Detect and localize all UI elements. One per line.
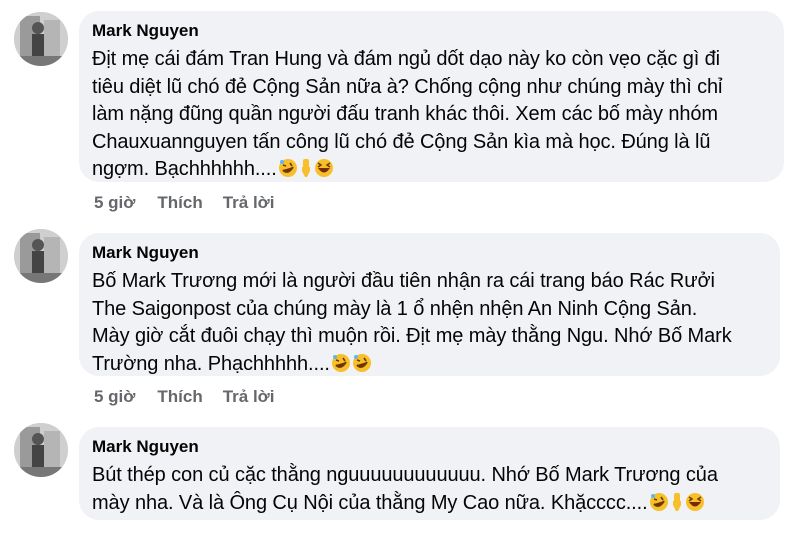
comment-author[interactable]: Mark Nguyen xyxy=(92,242,766,264)
comment-bubble: Mark Nguyen Địt mẹ cái đám Tran Hung và … xyxy=(79,11,784,182)
comment-thread: Mark Nguyen Địt mẹ cái đám Tran Hung và … xyxy=(0,0,800,533)
rolling-on-floor-laughing-icon xyxy=(331,353,351,382)
comment-bubble: Mark Nguyen Bút thép con củ cặc thằng ng… xyxy=(79,427,780,520)
like-button[interactable]: Thích xyxy=(157,387,202,406)
backhand-index-pointing-down-icon xyxy=(670,492,684,521)
comment-author[interactable]: Mark Nguyen xyxy=(92,436,766,458)
comment-timestamp[interactable]: 5 giờ xyxy=(94,193,135,212)
rolling-on-floor-laughing-icon xyxy=(352,353,372,382)
grinning-squinting-face-icon xyxy=(685,492,705,521)
comment-text: Địt mẹ cái đám Tran Hung và đám ngủ dốt … xyxy=(92,46,770,187)
avatar[interactable] xyxy=(14,229,68,283)
avatar[interactable] xyxy=(14,12,68,66)
rolling-on-floor-laughing-icon xyxy=(649,492,669,521)
rolling-on-floor-laughing-icon xyxy=(278,158,298,187)
reply-button[interactable]: Trả lời xyxy=(223,387,275,406)
like-button[interactable]: Thích xyxy=(157,193,202,212)
comment-text-content: Bố Mark Trương mới là người đầu tiên nhậ… xyxy=(92,270,732,375)
reply-button[interactable]: Trả lời xyxy=(223,193,275,212)
comment-actions: 5 giờ Thích Trả lời xyxy=(94,193,295,213)
avatar[interactable] xyxy=(14,423,68,477)
comment-text-content: Bút thép con củ cặc thằng nguuuuuuuuuuuu… xyxy=(92,464,718,514)
grinning-squinting-face-icon xyxy=(314,158,334,187)
comment-text: Bố Mark Trương mới là người đầu tiên nhậ… xyxy=(92,268,766,381)
comment-text: Bút thép con củ cặc thằng nguuuuuuuuuuuu… xyxy=(92,462,766,520)
comment-text-content: Địt mẹ cái đám Tran Hung và đám ngủ dốt … xyxy=(92,48,723,180)
backhand-index-pointing-down-icon xyxy=(299,158,313,187)
comment-timestamp[interactable]: 5 giờ xyxy=(94,387,135,406)
comment-author[interactable]: Mark Nguyen xyxy=(92,20,770,42)
comment-actions: 5 giờ Thích Trả lời xyxy=(94,387,295,407)
comment-bubble: Mark Nguyen Bố Mark Trương mới là người … xyxy=(79,233,780,376)
